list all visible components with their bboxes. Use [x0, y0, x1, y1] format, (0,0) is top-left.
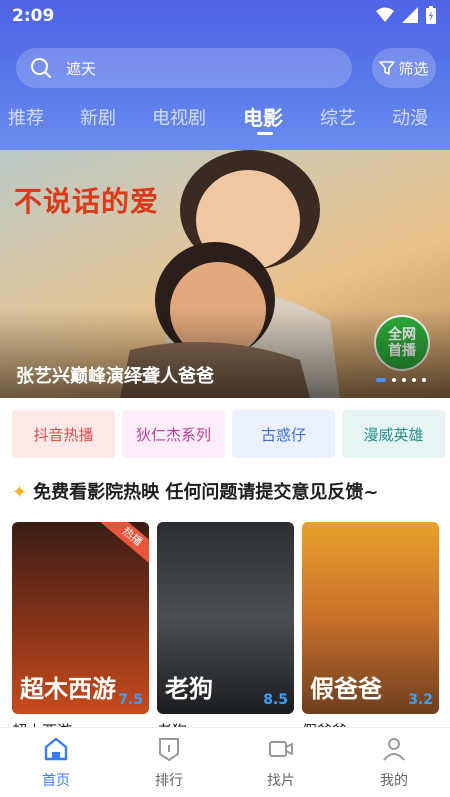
- nav-label: 我的: [380, 773, 408, 789]
- chip-label: 狄仁杰系列: [135, 425, 211, 444]
- movie-card[interactable]: 假爸爸 3.2: [302, 522, 439, 714]
- poster-title: 老狗: [165, 674, 213, 703]
- tab-tv-series[interactable]: 电视剧: [152, 104, 206, 130]
- status-bar: 2:09: [0, 0, 450, 34]
- active-tab-indicator: [257, 132, 273, 135]
- banner-movie-logo: 不说话的爱: [14, 185, 160, 218]
- signal-icon: [402, 7, 418, 23]
- filter-icon: [379, 61, 396, 75]
- status-time: 2:09: [12, 6, 55, 26]
- app-header: 2:09 遮天 筛选 推荐 新剧 电视剧 电影 综艺 动漫: [0, 0, 450, 150]
- filter-label: 筛选: [398, 59, 429, 78]
- nav-label: 找片: [267, 773, 295, 789]
- tab-anime[interactable]: 动漫: [392, 104, 428, 130]
- status-icons: [376, 6, 436, 24]
- chip-marvel-heroes[interactable]: 漫威英雄: [342, 410, 445, 458]
- tab-new-series[interactable]: 新剧: [80, 104, 116, 130]
- carousel-dot: [392, 378, 396, 382]
- carousel-dots: [376, 378, 426, 382]
- home-icon: [44, 737, 68, 761]
- section-header: ✦ 免费看影院热映 任何问题请提交意见反馈~: [12, 478, 378, 504]
- chip-label: 古惑仔: [260, 425, 306, 444]
- movie-list: 超木西游 7.5 热播 老狗 8.5 假爸爸 3.2 超木西游 老狗 假爸爸: [12, 522, 450, 734]
- poster-title: 超木西游: [20, 674, 116, 703]
- quick-chips: 抖音热播 狄仁杰系列 古惑仔 漫威英雄: [12, 410, 450, 458]
- movie-rating: 7.5: [118, 692, 143, 708]
- chip-young-and-dangerous[interactable]: 古惑仔: [232, 410, 335, 458]
- carousel-dot: [412, 378, 416, 382]
- banner-carousel[interactable]: 不说话的爱 全网 首播 张艺兴巅峰演绎聋人爸爸: [0, 150, 450, 398]
- section-title: 免费看影院热映 任何问题请提交意见反馈~: [33, 482, 379, 503]
- category-tabs: 推荐 新剧 电视剧 电影 综艺 动漫: [0, 100, 450, 140]
- battery-icon: [426, 6, 436, 24]
- movie-rating: 3.2: [408, 692, 433, 708]
- nav-label: 排行: [155, 773, 183, 789]
- carousel-dot: [422, 378, 426, 382]
- chip-label: 抖音热播: [33, 425, 94, 444]
- poster-title: 假爸爸: [310, 674, 382, 703]
- movie-card[interactable]: 超木西游 7.5 热播: [12, 522, 149, 714]
- tab-recommend[interactable]: 推荐: [8, 104, 44, 130]
- chip-di-renjie[interactable]: 狄仁杰系列: [122, 410, 225, 458]
- sparkle-icon: ✦: [12, 482, 28, 503]
- chip-label: 漫威英雄: [363, 425, 424, 444]
- video-camera-icon: [269, 741, 293, 757]
- carousel-dot: [402, 378, 406, 382]
- ranking-icon: [159, 738, 179, 762]
- search-input[interactable]: 遮天: [16, 48, 352, 88]
- movie-rating: 8.5: [263, 692, 288, 708]
- movie-card[interactable]: 老狗 8.5: [157, 522, 294, 714]
- search-placeholder: 遮天: [66, 60, 97, 78]
- nav-home[interactable]: 首页: [0, 736, 112, 796]
- search-icon: [31, 58, 51, 78]
- wifi-icon: [376, 7, 394, 22]
- chip-douyin-hot[interactable]: 抖音热播: [12, 410, 115, 458]
- tab-movies[interactable]: 电影: [243, 102, 283, 131]
- filter-button[interactable]: 筛选: [372, 48, 436, 88]
- bottom-nav: 首页 排行 找片 我的: [0, 727, 450, 797]
- banner-title: 张艺兴巅峰演绎聋人爸爸: [16, 366, 214, 387]
- carousel-dot-active: [376, 378, 386, 382]
- nav-ranking[interactable]: 排行: [113, 736, 225, 796]
- user-icon: [383, 738, 405, 761]
- search-row: 遮天 筛选: [16, 48, 436, 88]
- hot-badge: 热播: [99, 522, 149, 567]
- tab-variety[interactable]: 综艺: [320, 104, 356, 130]
- nav-profile[interactable]: 我的: [338, 736, 450, 796]
- nav-find[interactable]: 找片: [225, 736, 337, 796]
- nav-label: 首页: [42, 773, 70, 789]
